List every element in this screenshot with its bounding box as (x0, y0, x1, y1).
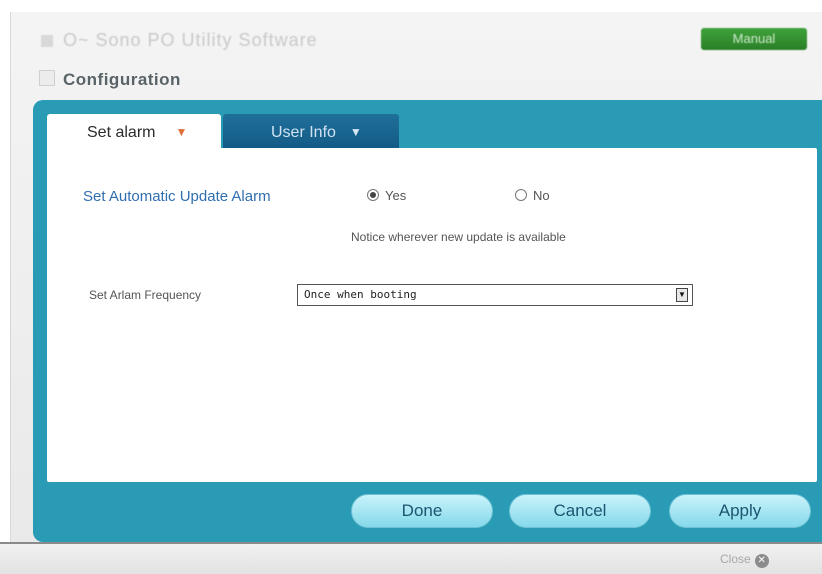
config-icon (39, 70, 55, 86)
frequency-value: Once when booting (304, 288, 417, 301)
apply-button[interactable]: Apply (669, 494, 811, 528)
dropdown-caret-icon: ▼ (349, 125, 362, 139)
radio-icon (515, 189, 527, 201)
tab-set-alarm-label: Set alarm (87, 124, 156, 141)
alarm-label: Set Automatic Update Alarm (83, 188, 271, 205)
frequency-label: Set Arlam Frequency (89, 288, 202, 302)
alarm-notice: Notice wherever new update is available (351, 230, 566, 244)
radio-yes[interactable]: Yes (367, 188, 406, 203)
close-icon: ✕ (754, 554, 769, 568)
cancel-button[interactable]: Cancel (509, 494, 651, 528)
radio-icon (367, 189, 379, 201)
frequency-select[interactable]: Once when booting ▼ (297, 284, 693, 306)
bottom-bar: Close ✕ (0, 542, 822, 574)
radio-yes-label: Yes (385, 188, 407, 203)
close-button[interactable]: Close ✕ (720, 552, 769, 568)
tab-user-info-label: User Info (271, 124, 336, 141)
tab-content: Set Automatic Update Alarm Yes No Notice… (47, 148, 817, 482)
page-title: Configuration (39, 70, 181, 90)
radio-no-label: No (533, 188, 550, 203)
app-title-text: O~ Sono PO Utility Software (63, 30, 318, 50)
tab-set-alarm[interactable]: Set alarm ▼ (47, 114, 221, 150)
manual-button[interactable]: Manual (701, 28, 807, 50)
configuration-panel: Set alarm ▼ User Info ▼ Set Automatic Upda… (33, 100, 822, 542)
dropdown-caret-icon: ▼ (175, 125, 188, 139)
tab-user-info[interactable]: User Info ▼ (223, 114, 399, 150)
page-title-text: Configuration (63, 70, 181, 89)
app-window: O~ Sono PO Utility Software Manual Confi… (10, 12, 822, 552)
app-icon (41, 35, 53, 48)
close-label: Close (720, 552, 751, 566)
app-title: O~ Sono PO Utility Software (41, 30, 318, 51)
select-arrow-icon[interactable]: ▼ (676, 288, 688, 302)
done-button[interactable]: Done (351, 494, 493, 528)
radio-no[interactable]: No (515, 188, 550, 203)
